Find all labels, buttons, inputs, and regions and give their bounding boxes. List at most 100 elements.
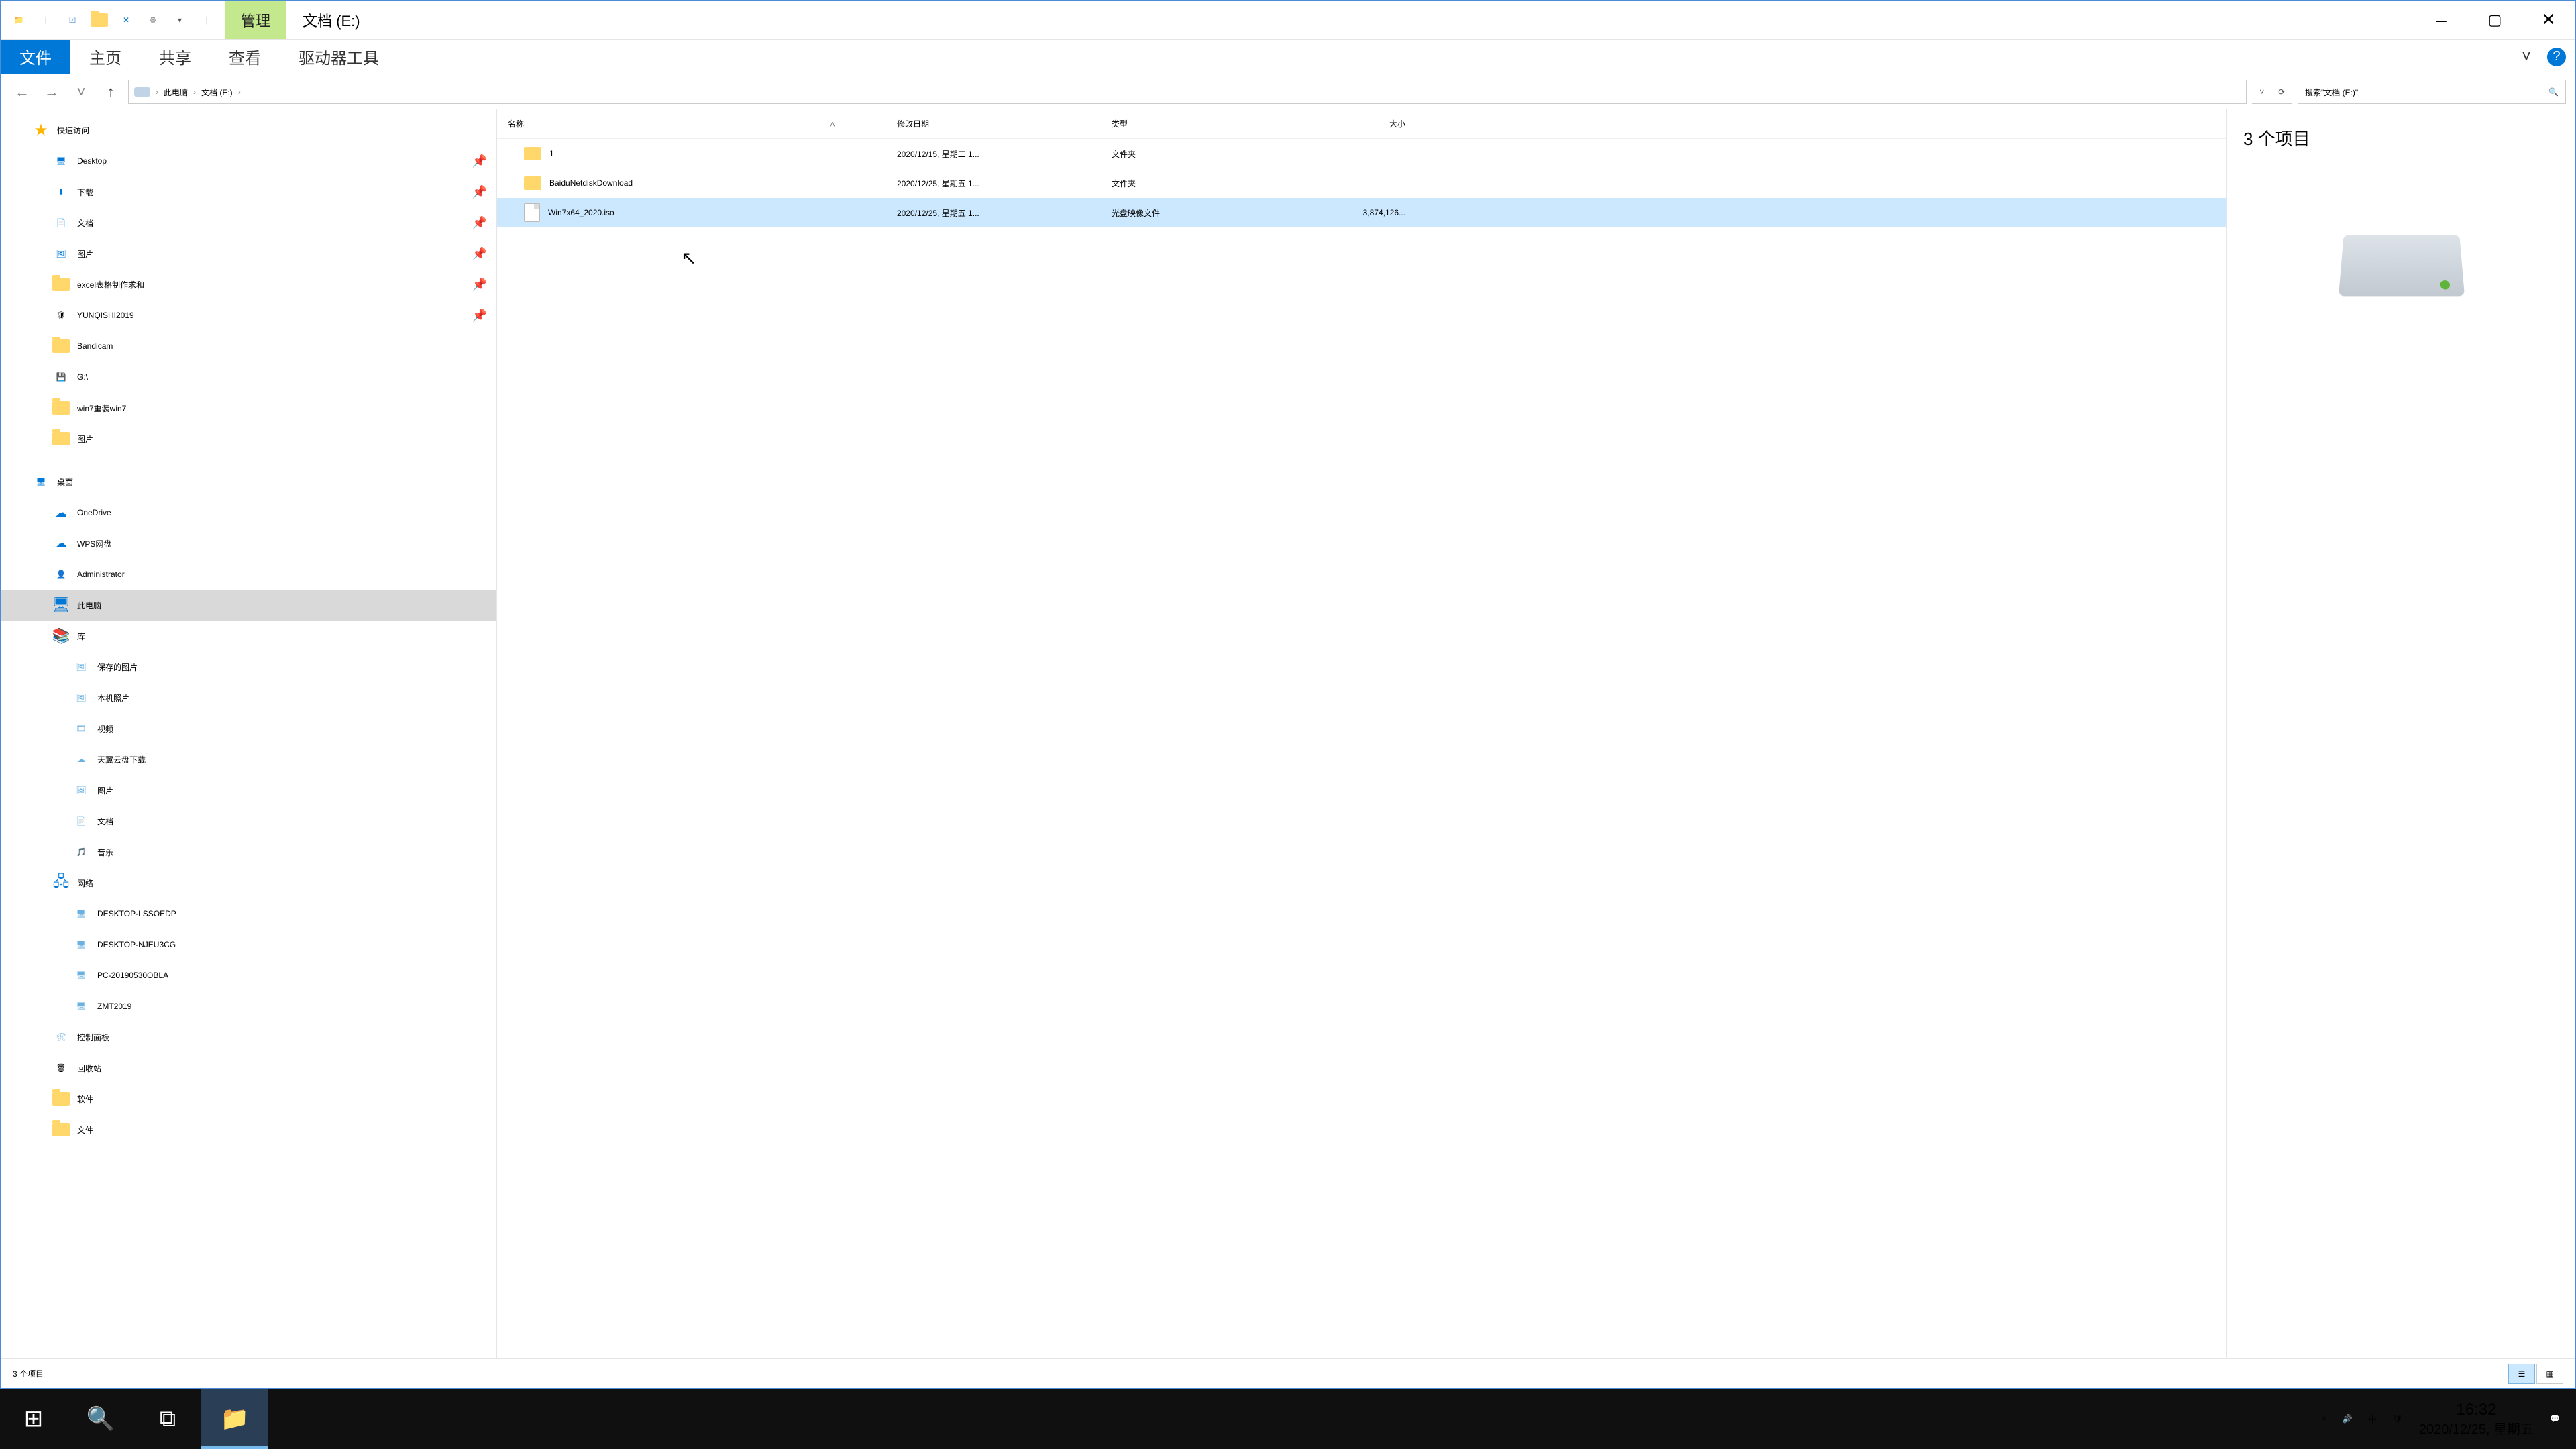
list-row[interactable]: 1 2020/12/15, 星期二 1... 文件夹	[497, 139, 2226, 168]
nav-back-button[interactable]: ←	[10, 80, 34, 104]
start-button[interactable]: ⊞	[0, 1389, 67, 1449]
nav-forward-button[interactable]: →	[40, 80, 64, 104]
nav-net-pc4[interactable]: 🖥ZMT2019	[1, 991, 496, 1022]
chevron-right-icon[interactable]: ›	[156, 87, 158, 97]
nav-gdrive[interactable]: 💾G:\	[1, 362, 496, 392]
nav-desktop-root[interactable]: 🖥桌面	[1, 466, 496, 497]
nav-net-pc1[interactable]: 🖥DESKTOP-LSSOEDP	[1, 898, 496, 929]
nav-documents3[interactable]: 文件	[1, 1114, 496, 1145]
search-button[interactable]: 🔍	[67, 1389, 134, 1449]
explorer-taskbar-button[interactable]: 📁	[201, 1389, 268, 1449]
video-icon: 🎞	[72, 719, 91, 738]
title-bar: 📁 | ☑ ✕ ⚙ ▾ | 管理 文档 (E:) – ▢ ✕	[1, 1, 2575, 40]
pc-icon: 🖥	[72, 935, 91, 954]
folder-icon	[524, 147, 541, 160]
nav-pictures[interactable]: 🖼图片📌	[1, 238, 496, 269]
search-input[interactable]: 搜索"文档 (E:)" 🔍	[2298, 80, 2566, 104]
folder-shortcut-icon[interactable]	[89, 10, 109, 30]
taskbar-clock[interactable]: 16:32 2020/12/25, 星期五	[2419, 1399, 2534, 1438]
nav-documents[interactable]: 📄文档📌	[1, 207, 496, 238]
window-buttons: – ▢ ✕	[2414, 7, 2575, 34]
status-bar: 3 个项目 ☰ ▦	[1, 1358, 2575, 1388]
nav-recycle[interactable]: 🗑回收站	[1, 1053, 496, 1083]
tab-view[interactable]: 查看	[210, 40, 280, 74]
maximize-button[interactable]: ▢	[2468, 7, 2522, 34]
status-item-count: 3 个项目	[13, 1368, 44, 1379]
nav-saved-pics[interactable]: 🖼保存的图片	[1, 651, 496, 682]
nav-tianyi[interactable]: ☁天翼云盘下载	[1, 744, 496, 775]
nav-net-pc2[interactable]: 🖥DESKTOP-NJEU3CG	[1, 929, 496, 960]
refresh-icon[interactable]: ⟳	[2272, 80, 2292, 103]
nav-bandicam[interactable]: Bandicam	[1, 331, 496, 362]
chevron-right-icon-3[interactable]: ›	[238, 87, 241, 97]
address-dropdown-icon[interactable]: ˅	[2252, 80, 2272, 103]
nav-video[interactable]: 🎞视频	[1, 713, 496, 744]
user-icon: 👤	[52, 565, 70, 584]
volume-icon[interactable]: 🔊	[2343, 1414, 2353, 1424]
file-list[interactable]: 名称˄ 修改日期 类型 大小 1 2020/12/15, 星期二 1... 文件…	[497, 109, 2226, 1358]
pin-icon: 📌	[472, 247, 487, 261]
nav-yunqishi[interactable]: 🛡YUNQISHI2019📌	[1, 300, 496, 331]
crumb-current[interactable]: 文档 (E:)	[201, 87, 233, 98]
task-view-button[interactable]: ⧉	[134, 1389, 201, 1449]
column-date[interactable]: 修改日期	[886, 118, 1101, 129]
tray-overflow-icon[interactable]: ˄	[2322, 1414, 2326, 1424]
column-size[interactable]: 大小	[1282, 118, 1416, 129]
search-icon[interactable]: 🔍	[2548, 87, 2559, 97]
folder-icon	[52, 1089, 70, 1108]
nav-libraries[interactable]: 📚库	[1, 621, 496, 651]
gear-icon[interactable]: ⚙	[143, 10, 163, 30]
nav-pictures3[interactable]: 🖼图片	[1, 775, 496, 806]
tab-drive-tools[interactable]: 驱动器工具	[280, 40, 398, 74]
nav-network[interactable]: 🖧网络	[1, 867, 496, 898]
crumb-this-pc[interactable]: 此电脑	[164, 87, 188, 98]
list-row[interactable]: BaiduNetdiskDownload 2020/12/25, 星期五 1..…	[497, 168, 2226, 198]
network-icon: 🖧	[52, 873, 70, 892]
nav-control-panel[interactable]: 🛠控制面板	[1, 1022, 496, 1053]
folder-icon	[52, 429, 70, 448]
nav-recent-dropdown[interactable]: ˅	[69, 80, 93, 104]
wps-cloud-icon: ☁	[52, 534, 70, 553]
breadcrumb[interactable]: › 此电脑 › 文档 (E:) ›	[128, 80, 2247, 104]
tab-file[interactable]: 文件	[1, 40, 70, 74]
minimize-button[interactable]: –	[2414, 7, 2468, 34]
nav-wps[interactable]: ☁WPS网盘	[1, 528, 496, 559]
picture-icon: 🖼	[72, 781, 91, 800]
nav-up-button[interactable]: ↑	[99, 80, 123, 104]
preview-item-count: 3 个项目	[2243, 125, 2310, 150]
nav-camera-roll[interactable]: 🖼本机照片	[1, 682, 496, 713]
nav-this-pc[interactable]: 🖥此电脑	[1, 590, 496, 621]
nav-net-pc3[interactable]: 🖥PC-20190530OBLA	[1, 960, 496, 991]
nav-quick-access[interactable]: ★快速访问	[1, 115, 496, 146]
tab-home[interactable]: 主页	[70, 40, 140, 74]
nav-pictures2[interactable]: 图片	[1, 423, 496, 454]
qat-dropdown-icon[interactable]: ▾	[170, 10, 190, 30]
close-button[interactable]: ✕	[2522, 7, 2575, 34]
nav-documents2[interactable]: 📄文档	[1, 806, 496, 837]
help-button[interactable]: ?	[2543, 40, 2570, 74]
nav-excel-folder[interactable]: excel表格制作求和📌	[1, 269, 496, 300]
download-icon: ⬇	[52, 182, 70, 201]
nav-onedrive[interactable]: ☁OneDrive	[1, 497, 496, 528]
chevron-right-icon-2[interactable]: ›	[193, 87, 196, 97]
status-view-toggles: ☰ ▦	[2508, 1364, 2563, 1384]
security-tray-icon[interactable]: 🛡	[2393, 1414, 2403, 1424]
column-name[interactable]: 名称˄	[497, 118, 886, 129]
checkbox-icon[interactable]: ☑	[62, 10, 83, 30]
close-x-icon[interactable]: ✕	[116, 10, 136, 30]
tab-share[interactable]: 共享	[140, 40, 210, 74]
list-row-selected[interactable]: Win7x64_2020.iso 2020/12/25, 星期五 1... 光盘…	[497, 198, 2226, 227]
icons-view-toggle[interactable]: ▦	[2536, 1364, 2563, 1384]
column-type[interactable]: 类型	[1101, 118, 1282, 129]
navigation-pane[interactable]: ★快速访问 🖥Desktop📌 ⬇下载📌 📄文档📌 🖼图片📌 excel表格制作…	[1, 109, 497, 1358]
nav-downloads[interactable]: ⬇下载📌	[1, 176, 496, 207]
details-view-toggle[interactable]: ☰	[2508, 1364, 2535, 1384]
nav-software[interactable]: 软件	[1, 1083, 496, 1114]
action-center-icon[interactable]: 💬	[2550, 1414, 2560, 1424]
ime-indicator[interactable]: 中	[2369, 1413, 2377, 1425]
nav-win7[interactable]: win7重装win7	[1, 392, 496, 423]
nav-music[interactable]: 🎵音乐	[1, 837, 496, 867]
nav-admin[interactable]: 👤Administrator	[1, 559, 496, 590]
ribbon-expand-icon[interactable]: ˅	[2510, 40, 2543, 74]
nav-desktop[interactable]: 🖥Desktop📌	[1, 146, 496, 176]
